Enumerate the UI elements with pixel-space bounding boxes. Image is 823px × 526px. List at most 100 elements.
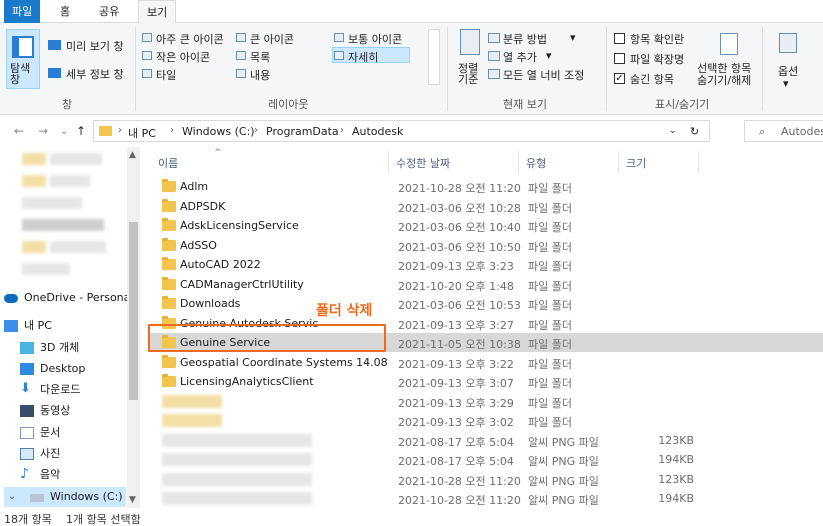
file-type: 파일 폴더: [528, 318, 572, 332]
layout-medium-icons[interactable]: 보통 아이콘: [348, 31, 402, 47]
nav-windows-c[interactable]: Windows (C:) ⌄: [4, 487, 126, 507]
layout-list[interactable]: 목록: [250, 49, 270, 65]
file-date: 2021-08-17 오후 5:04: [398, 435, 514, 449]
layout-details[interactable]: 자세히: [348, 49, 378, 65]
folder-icon: [162, 276, 176, 290]
hidden-items-checkbox[interactable]: ✓: [614, 73, 625, 84]
table-row[interactable]: Adlm 2021-10-28 오전 11:20 파일 폴더: [148, 177, 823, 196]
add-column-button[interactable]: 열 추가: [503, 49, 537, 65]
layout-tiles[interactable]: 타일: [156, 67, 176, 83]
back-arrow-icon[interactable]: ←: [14, 124, 24, 138]
chevron-right-icon: ›: [340, 125, 344, 136]
column-header-size[interactable]: 크기: [626, 155, 646, 171]
blurred-nav-item: [22, 241, 46, 253]
blurred-nav-item: [22, 197, 82, 209]
table-row[interactable]: 2021-09-13 오후 3:02 파일 폴더: [148, 411, 823, 430]
table-row[interactable]: 2021-08-17 오후 5:04 알씨 PNG 파일 123KB: [148, 431, 823, 450]
table-row[interactable]: ADPSDK 2021-03-06 오전 10:28 파일 폴더: [148, 197, 823, 216]
column-divider[interactable]: [618, 151, 619, 173]
tab-view[interactable]: 보기: [138, 0, 177, 24]
pane-group-label: 창: [62, 98, 73, 111]
scroll-up-arrow-icon[interactable]: ▲: [129, 150, 136, 160]
address-bar[interactable]: › 내 PC › Windows (C:) › ProgramData › Au…: [93, 120, 710, 142]
table-row[interactable]: AdSSO 2021-03-06 오전 10:50 파일 폴더: [148, 236, 823, 255]
item-checkboxes-checkbox[interactable]: [614, 33, 625, 44]
blurred-file-name: [162, 394, 222, 408]
details-pane-icon: [48, 68, 61, 78]
fit-columns-button[interactable]: 모든 열 너비 조정: [503, 67, 584, 83]
column-header-type[interactable]: 유형: [526, 155, 546, 171]
layout-scroll[interactable]: [428, 29, 440, 85]
breadcrumb-windows-c[interactable]: Windows (C:): [182, 125, 255, 138]
breadcrumb-this-pc[interactable]: 내 PC: [128, 125, 156, 141]
layout-content[interactable]: 내용: [250, 67, 270, 83]
tab-file[interactable]: 파일: [4, 0, 41, 23]
sort-by-icon: [460, 29, 480, 55]
blurred-nav-item: [22, 219, 104, 231]
highlight-box: [148, 324, 386, 352]
tiles-icon: [142, 69, 152, 78]
table-row[interactable]: 2021-08-17 오후 5:04 알씨 PNG 파일 194KB: [148, 450, 823, 469]
download-arrow-icon: ⬇: [20, 381, 31, 396]
breadcrumb-autodesk[interactable]: Autodesk: [352, 125, 403, 138]
file-type: 파일 폴더: [528, 299, 572, 312]
file-type: 파일 폴더: [528, 357, 572, 371]
column-header-name[interactable]: 이름: [158, 155, 178, 171]
preview-pane-button[interactable]: 미리 보기 창: [66, 38, 124, 54]
large-icons-icon: [236, 33, 246, 42]
table-row[interactable]: AdskLicensingService 2021-03-06 오전 10:40 파…: [148, 216, 823, 235]
table-row[interactable]: LicensingAnalyticsClient 2021-09-13 오후 3:…: [148, 372, 823, 391]
table-row[interactable]: Geospatial Coordinate Systems 14.08 2021-…: [148, 353, 823, 372]
blurred-file-name: [162, 472, 312, 486]
column-divider[interactable]: [698, 151, 699, 173]
hide-selected-button[interactable]: 선택한 항목 숨기기/해제: [697, 63, 751, 87]
file-date: 2021-09-13 오후 3:22: [398, 357, 514, 371]
file-type: 파일 폴더: [528, 377, 572, 390]
address-dropdown-chevron-icon[interactable]: ⌄: [669, 126, 677, 136]
file-type: 파일 폴더: [528, 221, 572, 234]
chevron-down-icon[interactable]: ⌄: [8, 487, 16, 507]
forward-arrow-icon[interactable]: →: [38, 124, 48, 138]
preview-pane-icon: [48, 40, 61, 50]
layout-large-icons[interactable]: 큰 아이콘: [250, 31, 294, 47]
group-by-button[interactable]: 분류 방법: [503, 31, 547, 47]
file-extensions-checkbox[interactable]: [614, 53, 625, 64]
table-row[interactable]: Downloads 2021-03-06 오전 10:53 파일 폴더: [148, 294, 823, 313]
scroll-down-arrow-icon[interactable]: ▼: [129, 495, 136, 505]
breadcrumb-programdata[interactable]: ProgramData: [266, 125, 339, 138]
details-pane-button[interactable]: 세부 정보 창: [66, 66, 124, 82]
layout-small-icons[interactable]: 작은 아이콘: [156, 49, 210, 65]
up-arrow-icon[interactable]: ↑: [76, 124, 86, 138]
ribbon-divider: [447, 27, 448, 111]
search-box[interactable]: ⌕ Autodesk: [744, 120, 823, 142]
nav-scrollbar-thumb[interactable]: [129, 222, 138, 400]
ribbon-tab-bar: 파일 홈 공유 보기: [0, 0, 823, 24]
column-divider[interactable]: [388, 151, 389, 173]
hidden-items-label: 숨긴 항목: [630, 73, 674, 86]
file-date: 2021-09-13 오후 3:29: [398, 396, 514, 410]
options-icon: [779, 33, 797, 53]
table-row[interactable]: AutoCAD 2022 2021-09-13 오후 3:23 파일 폴더: [148, 255, 823, 274]
file-size: 123KB: [658, 433, 694, 447]
cloud-icon: [4, 294, 18, 303]
column-divider[interactable]: [518, 151, 519, 173]
table-row[interactable]: 2021-10-28 오전 11:20 알씨 PNG 파일 123KB: [148, 470, 823, 489]
table-row[interactable]: 2021-09-13 오후 3:29 파일 폴더: [148, 392, 823, 411]
table-row[interactable]: 2021-10-28 오전 11:20 알씨 PNG 파일 194KB: [148, 489, 823, 508]
layout-extra-large-icons[interactable]: 아주 큰 아이콘: [156, 31, 224, 47]
file-type: 알씨 PNG 파일: [528, 435, 599, 449]
table-row[interactable]: CADManagerCtrlUtility 2021-10-20 오후 1:48 파…: [148, 275, 823, 294]
file-type: 알씨 PNG 파일: [528, 494, 599, 507]
column-header-date[interactable]: 수정한 날짜: [396, 155, 450, 171]
file-date: 2021-11-05 오전 10:38: [398, 338, 521, 351]
fit-columns-icon: [488, 69, 500, 79]
refresh-icon[interactable]: ↻: [690, 125, 699, 138]
sort-by-button[interactable]: 정렬 기준: [458, 63, 478, 85]
tab-home[interactable]: 홈: [52, 0, 78, 23]
tab-share[interactable]: 공유: [91, 0, 127, 23]
document-icon: [20, 427, 34, 439]
address-row: ← → ⌄ ↑ › 내 PC › Windows (C:) › ProgramD…: [0, 116, 823, 146]
file-date: 2021-08-17 오후 5:04: [398, 455, 514, 468]
item-checkboxes-label: 항목 확인란: [630, 33, 685, 46]
recent-locations-chevron-icon[interactable]: ⌄: [60, 126, 68, 137]
